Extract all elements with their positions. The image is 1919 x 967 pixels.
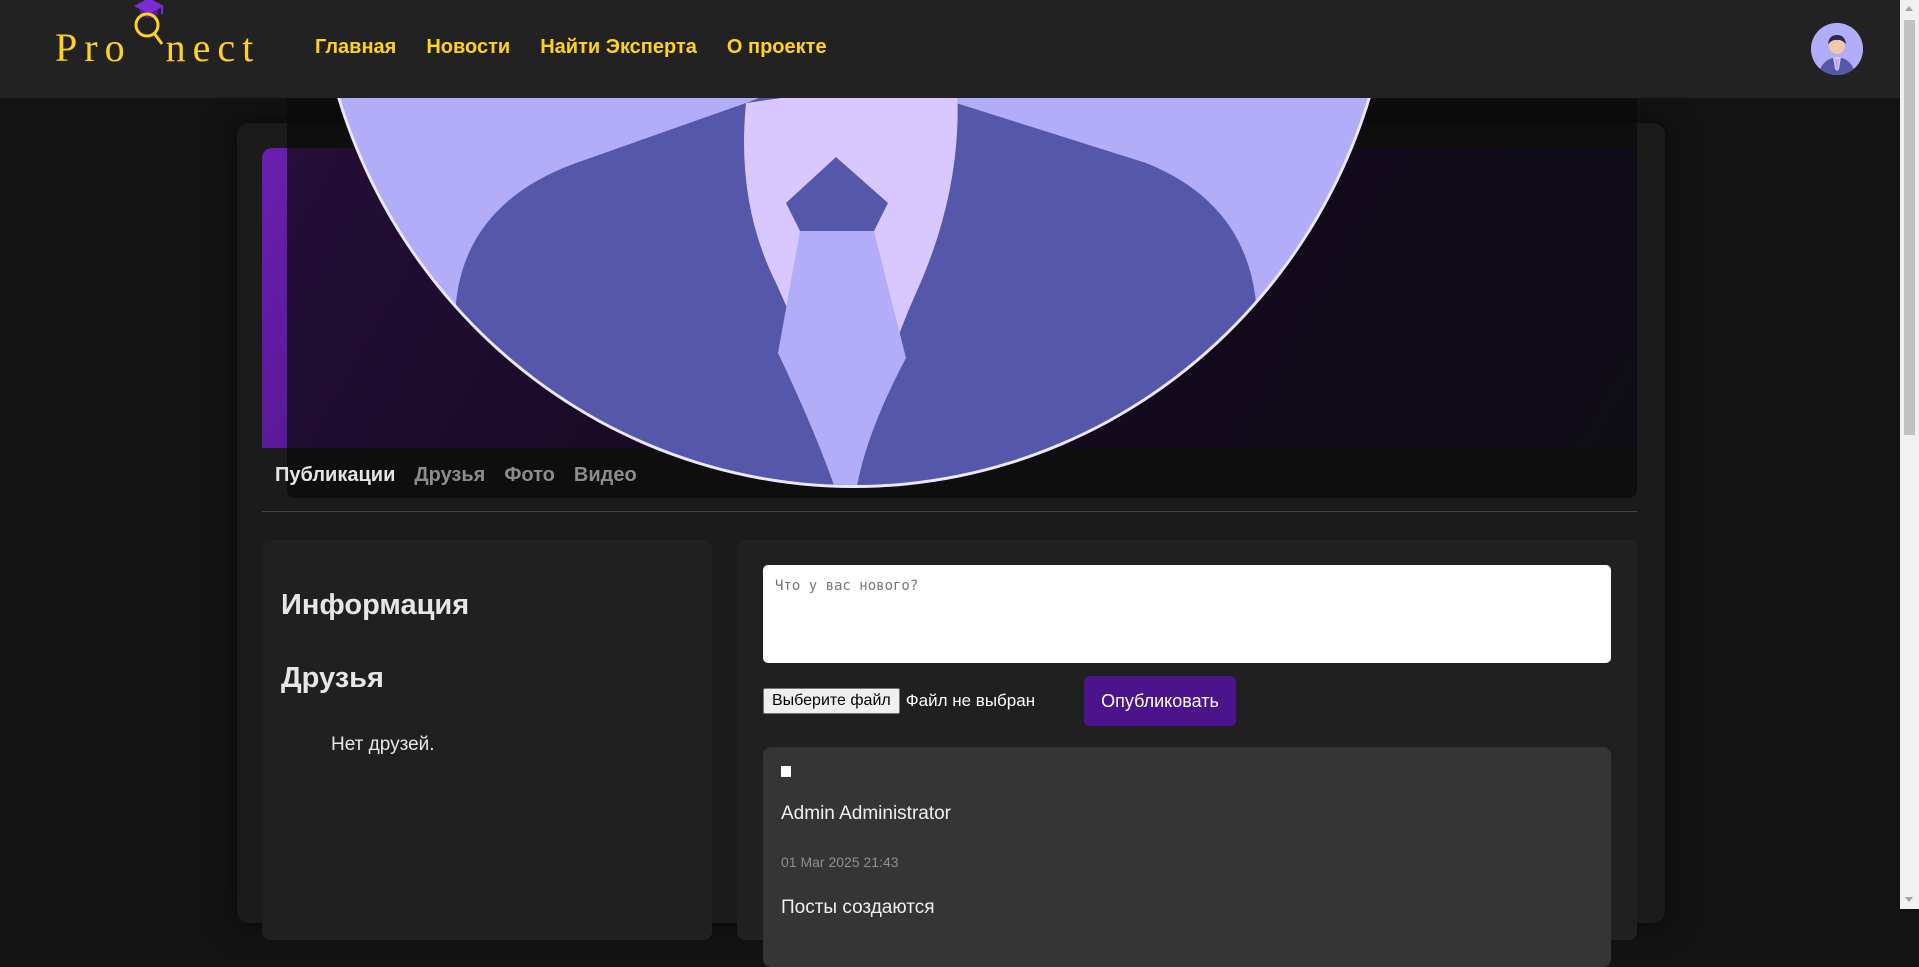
feed-panel: Выберите файл Файл не выбран Опубликоват…: [737, 540, 1637, 967]
choose-file-button[interactable]: Выберите файл: [763, 688, 900, 714]
brand-logo[interactable]: Pro nect: [55, 0, 275, 74]
post-date: 01 Mar 2025 21:43: [781, 854, 899, 870]
tab-videos[interactable]: Видео: [574, 464, 637, 487]
tab-publications[interactable]: Публикации: [275, 464, 395, 487]
publish-button[interactable]: Опубликовать: [1084, 676, 1236, 726]
nav-news[interactable]: Новости: [426, 36, 510, 59]
info-sidebar: Информация Друзья Нет друзей.: [262, 540, 712, 940]
tabs-divider: [262, 511, 1637, 512]
page-scrollbar[interactable]: [1900, 0, 1919, 909]
nav-home[interactable]: Главная: [315, 36, 396, 59]
post-text: Посты создаются: [781, 897, 935, 918]
scroll-up-icon[interactable]: [1905, 6, 1913, 11]
post-card: Admin Administrator 01 Mar 2025 21:43 По…: [763, 747, 1611, 967]
post-author-avatar[interactable]: [781, 766, 791, 777]
user-avatar[interactable]: [1811, 23, 1863, 75]
post-composer-input[interactable]: [763, 565, 1611, 663]
file-upload-row: Выберите файл Файл не выбран: [763, 688, 1035, 714]
magnifier-icon: [134, 12, 163, 45]
tab-friends[interactable]: Друзья: [414, 464, 485, 487]
friends-empty-text: Нет друзей.: [331, 734, 435, 755]
logo-text: Pro nect: [55, 0, 260, 70]
file-status-text: Файл не выбран: [905, 691, 1036, 710]
nav-find-expert[interactable]: Найти Эксперта: [540, 36, 697, 59]
scrollbar-thumb[interactable]: [1904, 20, 1915, 435]
nav-about[interactable]: О проекте: [727, 36, 827, 59]
user-avatar-icon: [1811, 23, 1863, 75]
post-author[interactable]: Admin Administrator: [781, 803, 951, 825]
main-nav: Главная Новости Найти Эксперта О проекте: [315, 36, 827, 59]
tab-photos[interactable]: Фото: [504, 464, 555, 487]
friends-heading: Друзья: [281, 662, 384, 694]
top-navbar: Pro nect Главная Новости Найти Эксперта …: [0, 0, 1900, 98]
profile-tabs: Публикации Друзья Фото Видео: [275, 464, 637, 487]
scroll-down-icon[interactable]: [1905, 897, 1913, 902]
info-heading: Информация: [281, 589, 470, 621]
